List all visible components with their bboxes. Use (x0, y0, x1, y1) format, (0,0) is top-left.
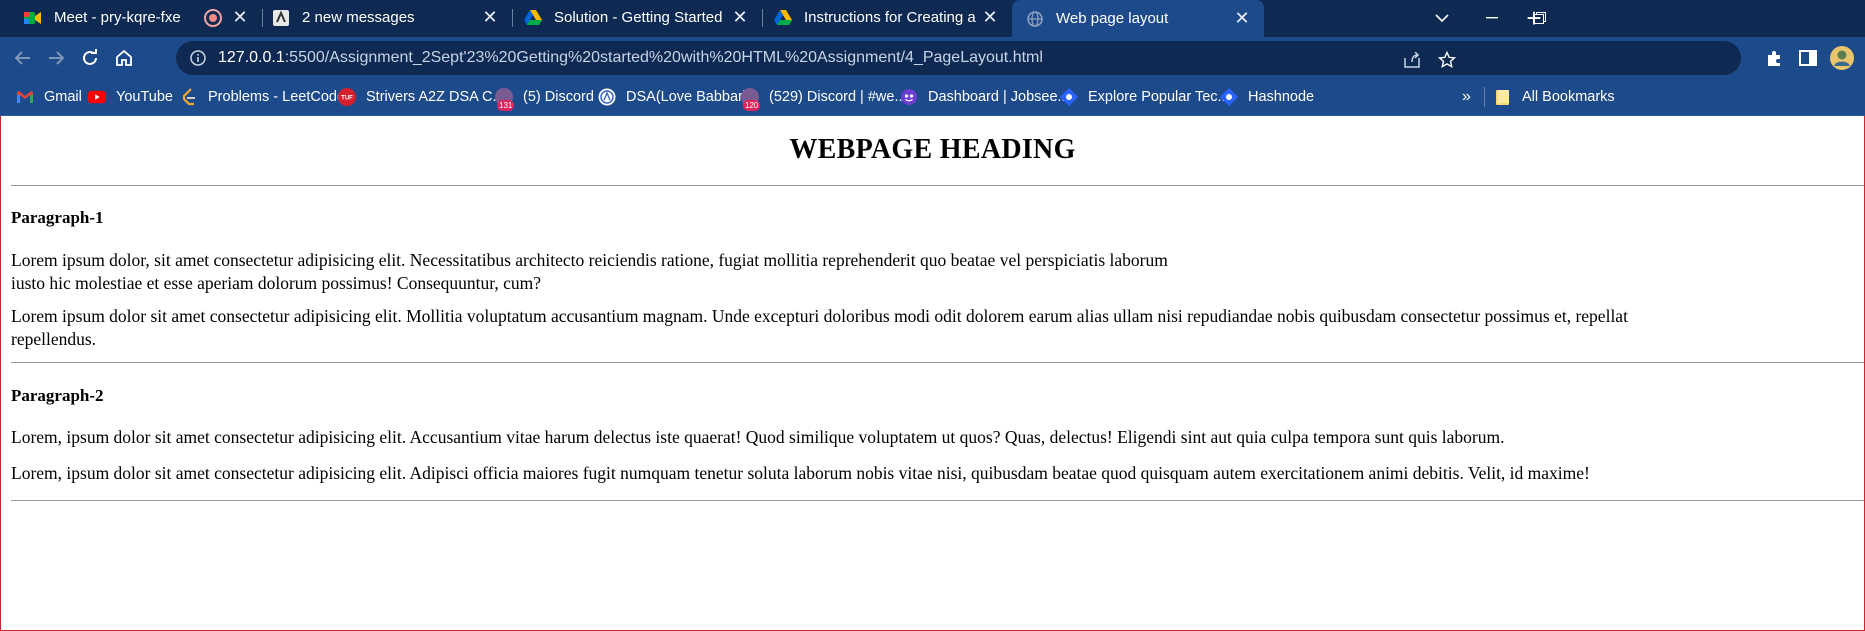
tab-messages[interactable]: 2 new messages ✕ (262, 0, 512, 35)
close-tab-icon[interactable]: ✕ (226, 7, 254, 28)
app-icon (272, 9, 290, 27)
paragraph-line: Lorem, ipsum dolor sit amet consectetur … (11, 427, 1505, 447)
bookmark-label: DSA(Love Babbar) (626, 89, 748, 105)
close-tab-icon[interactable]: ✕ (1228, 8, 1256, 29)
address-bar[interactable]: 127.0.0.1:5500/Assignment_2Sept'23%20Get… (176, 41, 1741, 75)
recording-icon (204, 8, 222, 27)
paragraph: Lorem ipsum dolor, sit amet consectetur … (11, 249, 1168, 295)
bookmarks-divider (1484, 87, 1485, 107)
paragraph-line: Lorem, ipsum dolor sit amet consectetur … (11, 463, 1590, 483)
hashnode-icon (1220, 88, 1238, 106)
bookmark-label: Problems - LeetCode (208, 89, 346, 105)
close-tab-icon[interactable]: ✕ (976, 7, 1004, 28)
globe-icon (1026, 10, 1044, 28)
back-arrow-icon[interactable] (9, 44, 37, 72)
gmail-icon (16, 88, 34, 106)
bookmark-label: Gmail (44, 89, 82, 105)
bookmark-label: YouTube (116, 89, 173, 105)
paragraph-line: Lorem ipsum dolor sit amet consectetur a… (11, 306, 1628, 326)
google-drive-icon (774, 9, 792, 27)
url-host: 127.0.0.1 (218, 49, 285, 66)
bookmark-discord-529[interactable]: 120 (529) Discord | #we... (741, 87, 907, 111)
url-text: 127.0.0.1:5500/Assignment_2Sept'23%20Get… (218, 49, 1043, 67)
bookmark-label: (529) Discord | #we... (769, 89, 907, 105)
bookmark-jobsee[interactable]: Dashboard | Jobsee... (900, 87, 1070, 107)
bookmark-star-icon[interactable] (1435, 48, 1459, 72)
notification-badge: 120 (743, 100, 761, 111)
restore-icon[interactable] (1516, 4, 1564, 32)
forward-arrow-icon[interactable] (42, 44, 70, 72)
discord-icon: 131 (495, 88, 515, 111)
discord-icon: 120 (741, 88, 761, 111)
bookmark-dsa-love-babbar[interactable]: DSA(Love Babbar) (598, 87, 748, 107)
takeuforward-icon: TUF (338, 88, 356, 106)
profile-avatar-icon[interactable] (1828, 44, 1856, 72)
page-heading: WEBPAGE HEADING (789, 134, 1076, 165)
reload-icon[interactable] (76, 44, 104, 72)
tab-meet[interactable]: Meet - pry-kqre-fxe ✕ (0, 0, 262, 35)
bookmark-discord-5[interactable]: 131 (5) Discord (495, 87, 594, 111)
bookmark-label: Explore Popular Tec... (1088, 89, 1230, 105)
tab-strip: Meet - pry-kqre-fxe ✕ 2 new messages ✕ S… (0, 0, 1865, 37)
tab-title: 2 new messages (302, 9, 415, 26)
bookmark-leetcode[interactable]: Problems - LeetCode (180, 87, 345, 107)
paragraph-line: repellendus. (11, 329, 97, 349)
section-title: Paragraph-1 (11, 208, 104, 227)
tab-search-icon[interactable] (1418, 4, 1466, 32)
bookmark-hashnode[interactable]: Hashnode (1220, 87, 1314, 107)
tab-web-page-layout[interactable]: Web page layout ✕ (1012, 0, 1264, 37)
bookmark-label: Hashnode (1248, 89, 1315, 105)
folder-icon (1494, 88, 1512, 106)
bookmarks-bar: Gmail YouTube Problems - LeetCode TUF St… (0, 79, 1865, 116)
leetcode-icon (180, 88, 198, 106)
bookmark-gmail[interactable]: Gmail (16, 87, 82, 107)
jobsee-icon (900, 88, 918, 106)
bookmark-strivers[interactable]: TUF Strivers A2Z DSA C... (338, 87, 505, 107)
more-bookmarks-button[interactable]: » (1462, 87, 1471, 107)
horizontal-rule (11, 362, 1864, 363)
home-icon[interactable] (110, 44, 138, 72)
share-icon[interactable] (1400, 48, 1424, 72)
close-tab-icon[interactable]: ✕ (476, 7, 504, 28)
side-panel-icon[interactable] (1794, 44, 1822, 72)
all-bookmarks-button[interactable]: All Bookmarks (1494, 87, 1615, 107)
svg-text:TUF: TUF (341, 96, 353, 102)
tab-instructions[interactable]: Instructions for Creating and Sub ✕ (762, 0, 1012, 35)
section-title: Paragraph-2 (11, 386, 104, 405)
bookmark-label: Strivers A2Z DSA C... (366, 89, 505, 105)
bookmark-label: Dashboard | Jobsee... (928, 89, 1070, 105)
tab-title: Meet - pry-kqre-fxe (54, 9, 181, 26)
bookmark-label: (5) Discord (523, 89, 594, 105)
minimize-icon[interactable] (1468, 4, 1516, 32)
tab-solution[interactable]: Solution - Getting Started With H ✕ (512, 0, 762, 35)
google-meet-icon (24, 9, 42, 27)
horizontal-rule (11, 185, 1864, 186)
bookmark-youtube[interactable]: YouTube (88, 87, 173, 107)
notification-badge: 131 (497, 100, 515, 111)
page-viewport: WEBPAGE HEADING Paragraph-1 Lorem ipsum … (0, 116, 1865, 631)
paragraph: Lorem, ipsum dolor sit amet consectetur … (11, 426, 1504, 449)
close-tab-icon[interactable]: ✕ (726, 7, 754, 28)
bookmark-label: All Bookmarks (1522, 89, 1615, 105)
site-info-icon[interactable] (188, 48, 208, 68)
browser-toolbar: 127.0.0.1:5500/Assignment_2Sept'23%20Get… (0, 37, 1865, 79)
horizontal-rule (11, 500, 1864, 501)
extensions-icon[interactable] (1760, 44, 1788, 72)
youtube-icon (88, 88, 106, 106)
paragraph-line: iusto hic molestiae et esse aperiam dolo… (11, 273, 542, 293)
paragraph-line: Lorem ipsum dolor, sit amet consectetur … (11, 250, 1168, 270)
google-drive-icon (524, 9, 542, 27)
love-babbar-icon (598, 88, 616, 106)
url-path: :5500/Assignment_2Sept'23%20Getting%20st… (284, 49, 1043, 66)
paragraph: Lorem ipsum dolor sit amet consectetur a… (11, 305, 1628, 351)
tab-title: Instructions for Creating and Sub (804, 9, 976, 26)
paragraph: Lorem, ipsum dolor sit amet consectetur … (11, 462, 1590, 485)
bookmark-explore-popular[interactable]: Explore Popular Tec... (1060, 87, 1230, 107)
tab-title: Solution - Getting Started With H (554, 9, 726, 26)
hashnode-icon (1060, 88, 1078, 106)
tab-title: Web page layout (1056, 10, 1169, 27)
